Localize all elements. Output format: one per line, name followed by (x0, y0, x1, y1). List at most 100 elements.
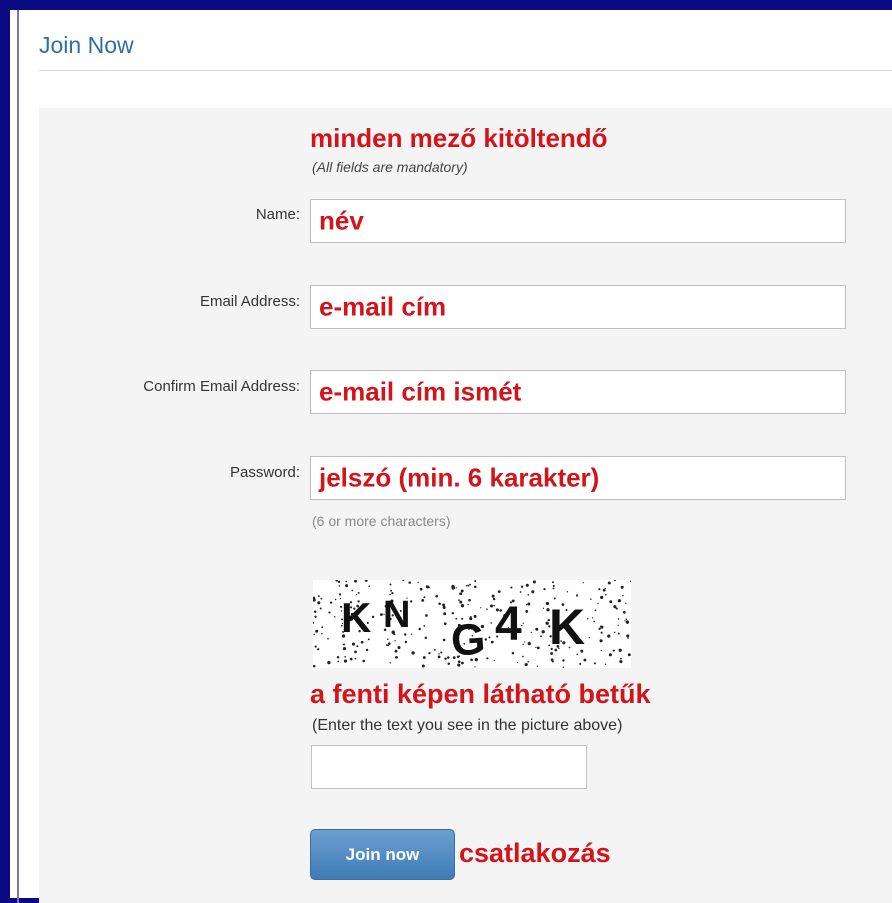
captcha-noise-dot (327, 660, 331, 665)
join-now-button[interactable]: Join now (310, 829, 455, 880)
captcha-noise-dot (594, 609, 597, 612)
captcha-noise-dot (417, 581, 419, 584)
mandatory-note: (All fields are mandatory) (312, 159, 468, 175)
captcha-noise-dot (522, 622, 524, 624)
captcha-noise-dot (386, 644, 388, 647)
confirm-email-input[interactable]: e-mail cím ismét (310, 370, 846, 414)
captcha-noise-dot (468, 598, 471, 602)
name-annotation: név (319, 205, 364, 236)
captcha-noise-dot (516, 661, 519, 664)
captcha-noise-dot (552, 584, 555, 587)
captcha-noise-dot (362, 659, 365, 663)
captcha-noise-dot (411, 651, 415, 655)
captcha-noise-dot (617, 618, 620, 620)
captcha-noise-dot (317, 601, 321, 605)
captcha-noise-dot (444, 657, 447, 660)
captcha-noise-dot (590, 598, 592, 600)
email-annotation: e-mail cím (319, 291, 447, 322)
captcha-noise-dot (394, 640, 396, 642)
captcha-noise-dot (524, 641, 526, 643)
captcha-noise-dot (627, 653, 631, 657)
captcha-noise-dot (552, 587, 555, 590)
captcha-noise-dot (387, 638, 389, 640)
captcha-noise-dot (427, 586, 430, 589)
captcha-noise-dot (480, 607, 482, 609)
captcha-noise-dot (467, 603, 469, 606)
captcha-noise-dot (486, 608, 488, 610)
join-annotation: csatlakozás (459, 838, 611, 868)
captcha-noise-dot (562, 666, 565, 668)
captcha-noise-dot (345, 584, 349, 588)
captcha-noise-dot (342, 646, 347, 651)
captcha-noise-dot (344, 656, 347, 658)
captcha-noise-dot (535, 646, 537, 649)
captcha-noise-dot (593, 620, 596, 623)
captcha-noise-dot (313, 664, 316, 668)
captcha-noise-dot (619, 660, 623, 664)
captcha-noise-dot (418, 627, 421, 631)
captcha-noise-dot (625, 602, 627, 604)
captcha-noise-dot (490, 622, 492, 624)
captcha-noise-dot (527, 641, 531, 646)
captcha-noise-dot (389, 583, 392, 586)
captcha-noise-dot (522, 655, 524, 658)
captcha-noise-dot (609, 600, 613, 604)
captcha-noise-dot (319, 607, 322, 610)
captcha-noise-dot (442, 638, 446, 642)
captcha-noise-dot (583, 658, 587, 662)
captcha-noise-dot (532, 580, 536, 584)
captcha-noise-dot (474, 666, 476, 668)
captcha-noise-dot (313, 633, 315, 636)
captcha-noise-dot (334, 598, 337, 601)
captcha-noise-dot (442, 603, 446, 607)
captcha-noise-dot (536, 646, 540, 650)
captcha-noise-dot (320, 597, 323, 600)
captcha-input[interactable] (311, 745, 587, 789)
captcha-noise-dot (541, 630, 545, 634)
captcha-noise-dot (321, 626, 324, 629)
name-input[interactable]: név (310, 199, 846, 243)
password-input[interactable]: jelszó (min. 6 karakter) (310, 456, 846, 500)
captcha-noise-dot (437, 655, 441, 659)
captcha-noise-dot (579, 662, 582, 665)
captcha-noise-dot (511, 651, 515, 655)
captcha-noise-dot (389, 662, 392, 664)
captcha-noise-dot (474, 580, 477, 582)
captcha-noise-dot (328, 611, 331, 614)
captcha-char: K (549, 599, 585, 655)
frame-inner-border (17, 10, 19, 903)
captcha-noise-dot (351, 642, 356, 646)
captcha-noise-dot (440, 651, 443, 654)
captcha-noise-dot (622, 594, 624, 597)
captcha-noise-dot (599, 639, 603, 643)
captcha-noise-dot (459, 592, 463, 595)
captcha-noise-dot (338, 585, 341, 587)
captcha-noise-dot (490, 604, 493, 608)
captcha-noise-dot (460, 604, 465, 608)
captcha-noise-dot (425, 614, 428, 617)
captcha-noise-dot (486, 657, 489, 660)
captcha-noise-dot (626, 634, 630, 638)
captcha-noise-dot (627, 637, 629, 639)
captcha-noise-dot (421, 664, 425, 668)
captcha-noise-dot (321, 632, 323, 635)
captcha-noise-dot (317, 649, 319, 651)
captcha-noise-dot (337, 660, 340, 663)
captcha-noise-dot (371, 615, 375, 619)
captcha-noise-dot (354, 580, 357, 583)
captcha-noise-dot (434, 649, 436, 651)
captcha-noise-dot (510, 586, 513, 589)
captcha-noise-dot (313, 598, 316, 602)
captcha-noise-dot (593, 662, 597, 665)
captcha-noise-dot (402, 580, 405, 582)
captcha-noise-dot (474, 585, 477, 589)
captcha-noise-dot (602, 588, 606, 592)
captcha-noise-dot (600, 625, 604, 629)
captcha-noise-dot (522, 643, 524, 646)
email-input[interactable]: e-mail cím (310, 285, 846, 329)
captcha-instruction: (Enter the text you see in the picture a… (312, 717, 623, 734)
captcha-noise-dot (451, 612, 454, 615)
captcha-noise-dot (607, 581, 611, 585)
captcha-noise-dot (625, 618, 628, 621)
captcha-noise-dot (313, 621, 315, 624)
